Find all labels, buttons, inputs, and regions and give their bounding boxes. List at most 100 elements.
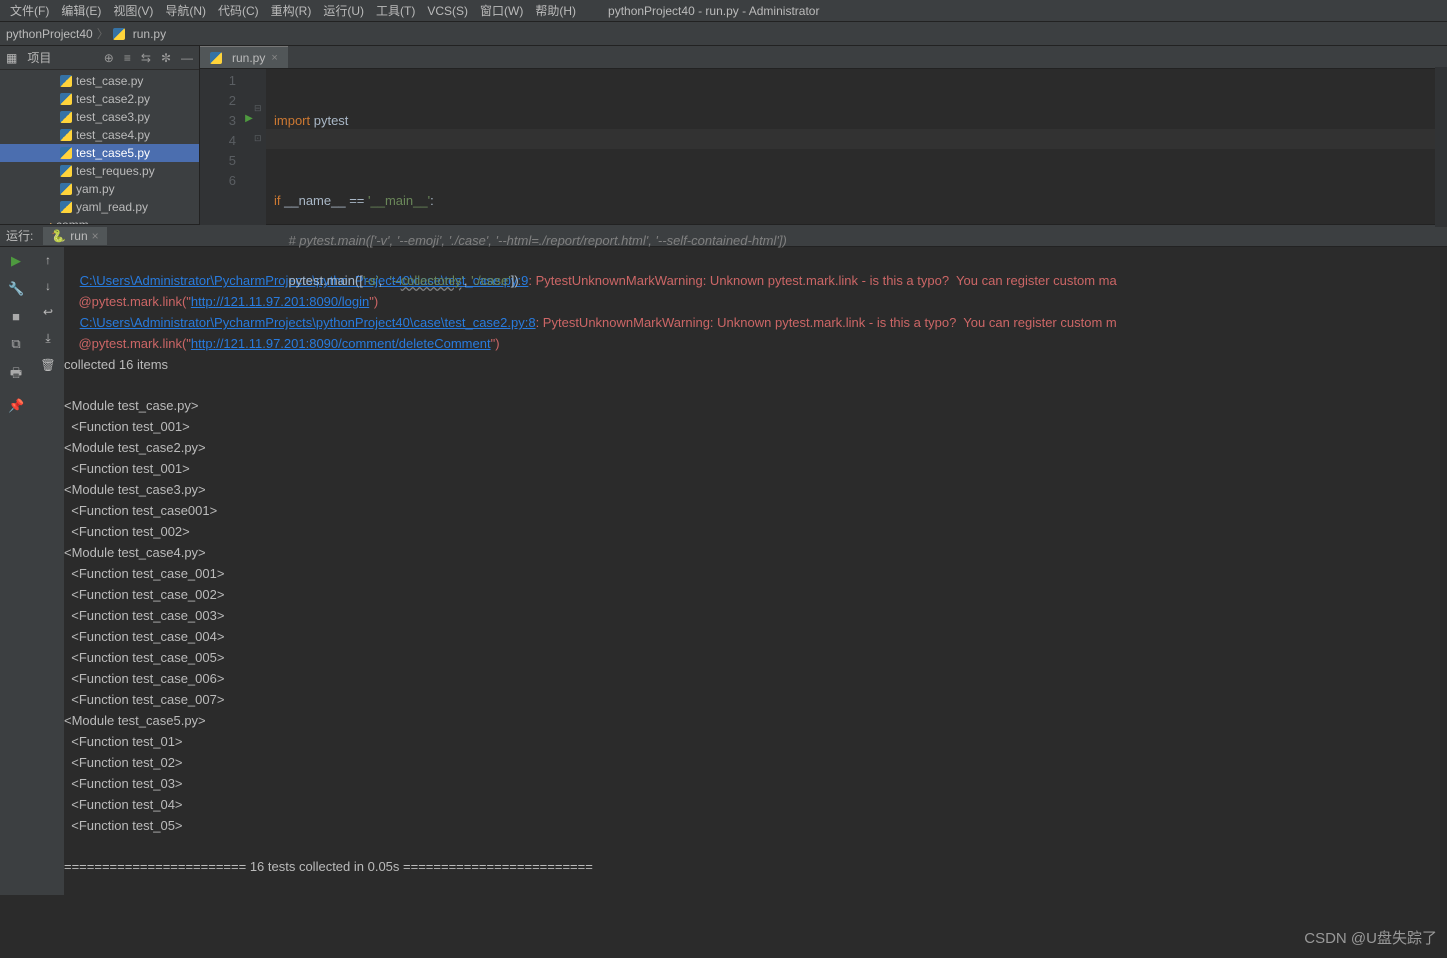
test-tree-line: <Module test_case.py> — [64, 398, 198, 413]
tree-item-label: test_case3.py — [76, 110, 150, 124]
menu-file[interactable]: 文件(F) — [6, 2, 53, 19]
tree-item-label: test_case.py — [76, 74, 143, 88]
run-toolbar-left: ▶ 🔧 ■ ⧉ 🖶 📌 — [0, 247, 32, 895]
print-icon[interactable]: 🖶 — [8, 364, 24, 386]
editor-tabs: run.py × — [200, 46, 1447, 69]
menu-code[interactable]: 代码(C) — [214, 2, 263, 19]
breadcrumb-file[interactable]: run.py — [133, 27, 166, 41]
tree-item-yam[interactable]: yam.py — [0, 180, 199, 198]
project-sidebar: ▦ 项目 ⊕ ≡ ⇆ ✼ — test_case.py test_case2.p… — [0, 46, 200, 224]
menu-window[interactable]: 窗口(W) — [476, 2, 527, 19]
run-toolbar-right: ↑ ↓ ↩ ⤓ 🗑 — [32, 247, 64, 895]
test-tree-line: <Function test_05> — [64, 818, 183, 833]
collected-line: collected 16 items — [64, 357, 168, 372]
python-file-icon — [60, 75, 72, 87]
tree-item-label: test_case5.py — [76, 146, 150, 160]
chevron-down-icon[interactable]: ⌄ — [40, 218, 48, 224]
down-icon[interactable]: ↓ — [45, 279, 51, 293]
tree-item-label: test_case4.py — [76, 128, 150, 142]
test-tree-line: <Function test_case_001> — [64, 566, 224, 581]
test-tree-line: <Function test_case_005> — [64, 650, 224, 665]
menu-run[interactable]: 运行(U) — [319, 2, 368, 19]
python-file-icon — [210, 52, 222, 64]
menu-refactor[interactable]: 重构(R) — [267, 2, 316, 19]
test-tree-line: <Function test_case_006> — [64, 671, 224, 686]
editor-area: run.py × 123456 ▶ ⊟⊡ import pytest if __… — [200, 46, 1447, 224]
watermark-text: CSDN @U盘失踪了 — [1304, 927, 1437, 948]
up-icon[interactable]: ↑ — [45, 253, 51, 267]
menubar: 文件(F) 编辑(E) 视图(V) 导航(N) 代码(C) 重构(R) 运行(U… — [0, 0, 1447, 22]
test-tree-line: <Function test_case_002> — [64, 587, 224, 602]
tree-item-test-case[interactable]: test_case.py — [0, 72, 199, 90]
tree-item-test-reques[interactable]: test_reques.py — [0, 162, 199, 180]
collapse-icon[interactable]: ⇆ — [141, 51, 151, 65]
stop-settings-icon[interactable]: 🔧 — [8, 281, 24, 297]
menu-help[interactable]: 帮助(H) — [531, 2, 580, 19]
navigation-bar: pythonProject40 〉 run.py — [0, 22, 1447, 46]
test-tree-line: <Function test_case_003> — [64, 608, 224, 623]
tree-item-test-case5[interactable]: test_case5.py — [0, 144, 199, 162]
soft-wrap-icon[interactable]: ↩ — [43, 305, 53, 319]
python-file-icon — [60, 111, 72, 123]
test-tree-line: <Function test_02> — [64, 755, 183, 770]
breadcrumb-separator: 〉 — [97, 25, 109, 42]
sidebar-header: ▦ 项目 ⊕ ≡ ⇆ ✼ — — [0, 46, 199, 70]
python-file-icon — [60, 147, 72, 159]
run-config-tab[interactable]: 🐍 run × — [43, 227, 106, 245]
project-tool-icon[interactable]: ▦ — [6, 51, 17, 65]
tree-item-label: yam.py — [76, 182, 115, 196]
run-gutter-icon[interactable]: ▶ — [245, 113, 253, 124]
menu-edit[interactable]: 编辑(E) — [57, 2, 105, 19]
scroll-end-icon[interactable]: ⤓ — [45, 331, 50, 346]
tree-item-test-case3[interactable]: test_case3.py — [0, 108, 199, 126]
minimize-icon[interactable]: — — [181, 51, 193, 65]
project-tree[interactable]: test_case.py test_case2.py test_case3.py… — [0, 70, 199, 224]
run-label: 运行: — [6, 227, 33, 244]
menu-navigate[interactable]: 导航(N) — [161, 2, 210, 19]
menu-vcs[interactable]: VCS(S) — [423, 4, 472, 18]
test-tree-line: <Module test_case3.py> — [64, 482, 206, 497]
python-file-icon — [60, 93, 72, 105]
clear-icon[interactable]: 🗑 — [40, 358, 55, 372]
tree-item-test-case4[interactable]: test_case4.py — [0, 126, 199, 144]
tree-item-yaml-read[interactable]: yaml_read.py — [0, 198, 199, 216]
layout-icon[interactable]: ⧉ — [8, 336, 24, 352]
tree-item-label: yaml_read.py — [76, 200, 148, 214]
stop-icon[interactable]: ■ — [8, 309, 24, 324]
test-tree-line: <Function test_case_004> — [64, 629, 224, 644]
settings-icon[interactable]: ✼ — [161, 51, 171, 65]
test-tree-line: <Function test_03> — [64, 776, 183, 791]
test-tree-line: <Function test_001> — [64, 419, 190, 434]
breadcrumb-project[interactable]: pythonProject40 — [6, 27, 93, 41]
python-file-icon — [60, 129, 72, 141]
locate-icon[interactable]: ⊕ — [104, 51, 114, 65]
tree-item-test-case2[interactable]: test_case2.py — [0, 90, 199, 108]
expand-icon[interactable]: ≡ — [124, 51, 131, 65]
python-file-icon — [60, 183, 72, 195]
tree-item-comm-folder[interactable]: ⌄▸ comm — [0, 216, 199, 224]
warning-decorator-1: @pytest.mark.link( — [64, 294, 186, 309]
summary-line: ======================== 16 tests collec… — [64, 859, 593, 874]
window-title: pythonProject40 - run.py - Administrator — [604, 4, 823, 18]
tab-label: run.py — [232, 51, 265, 65]
warning-decorator-2: @pytest.mark.link( — [64, 336, 186, 351]
test-tree-line: <Function test_01> — [64, 734, 183, 749]
menu-view[interactable]: 视图(V) — [109, 2, 157, 19]
code-content[interactable]: import pytest if __name__ == '__main__':… — [266, 69, 1447, 373]
editor-tab-run[interactable]: run.py × — [200, 46, 288, 68]
python-file-icon — [113, 28, 125, 40]
tree-item-label: test_case2.py — [76, 92, 150, 106]
pin-icon[interactable]: 📌 — [8, 398, 24, 414]
test-tree-line: <Function test_001> — [64, 461, 190, 476]
sidebar-title: 项目 — [27, 49, 51, 66]
rerun-icon[interactable]: ▶ — [8, 253, 24, 269]
test-tree-line: <Module test_case5.py> — [64, 713, 206, 728]
close-run-tab-icon[interactable]: × — [92, 229, 99, 243]
close-tab-icon[interactable]: × — [271, 52, 277, 64]
run-tab-label: run — [70, 229, 87, 243]
test-tree-line: <Function test_002> — [64, 524, 190, 539]
menu-tools[interactable]: 工具(T) — [372, 2, 419, 19]
test-tree-line: <Function test_04> — [64, 797, 183, 812]
code-editor[interactable]: 123456 ▶ ⊟⊡ import pytest if __name__ ==… — [200, 69, 1447, 373]
test-tree-line: <Module test_case2.py> — [64, 440, 206, 455]
